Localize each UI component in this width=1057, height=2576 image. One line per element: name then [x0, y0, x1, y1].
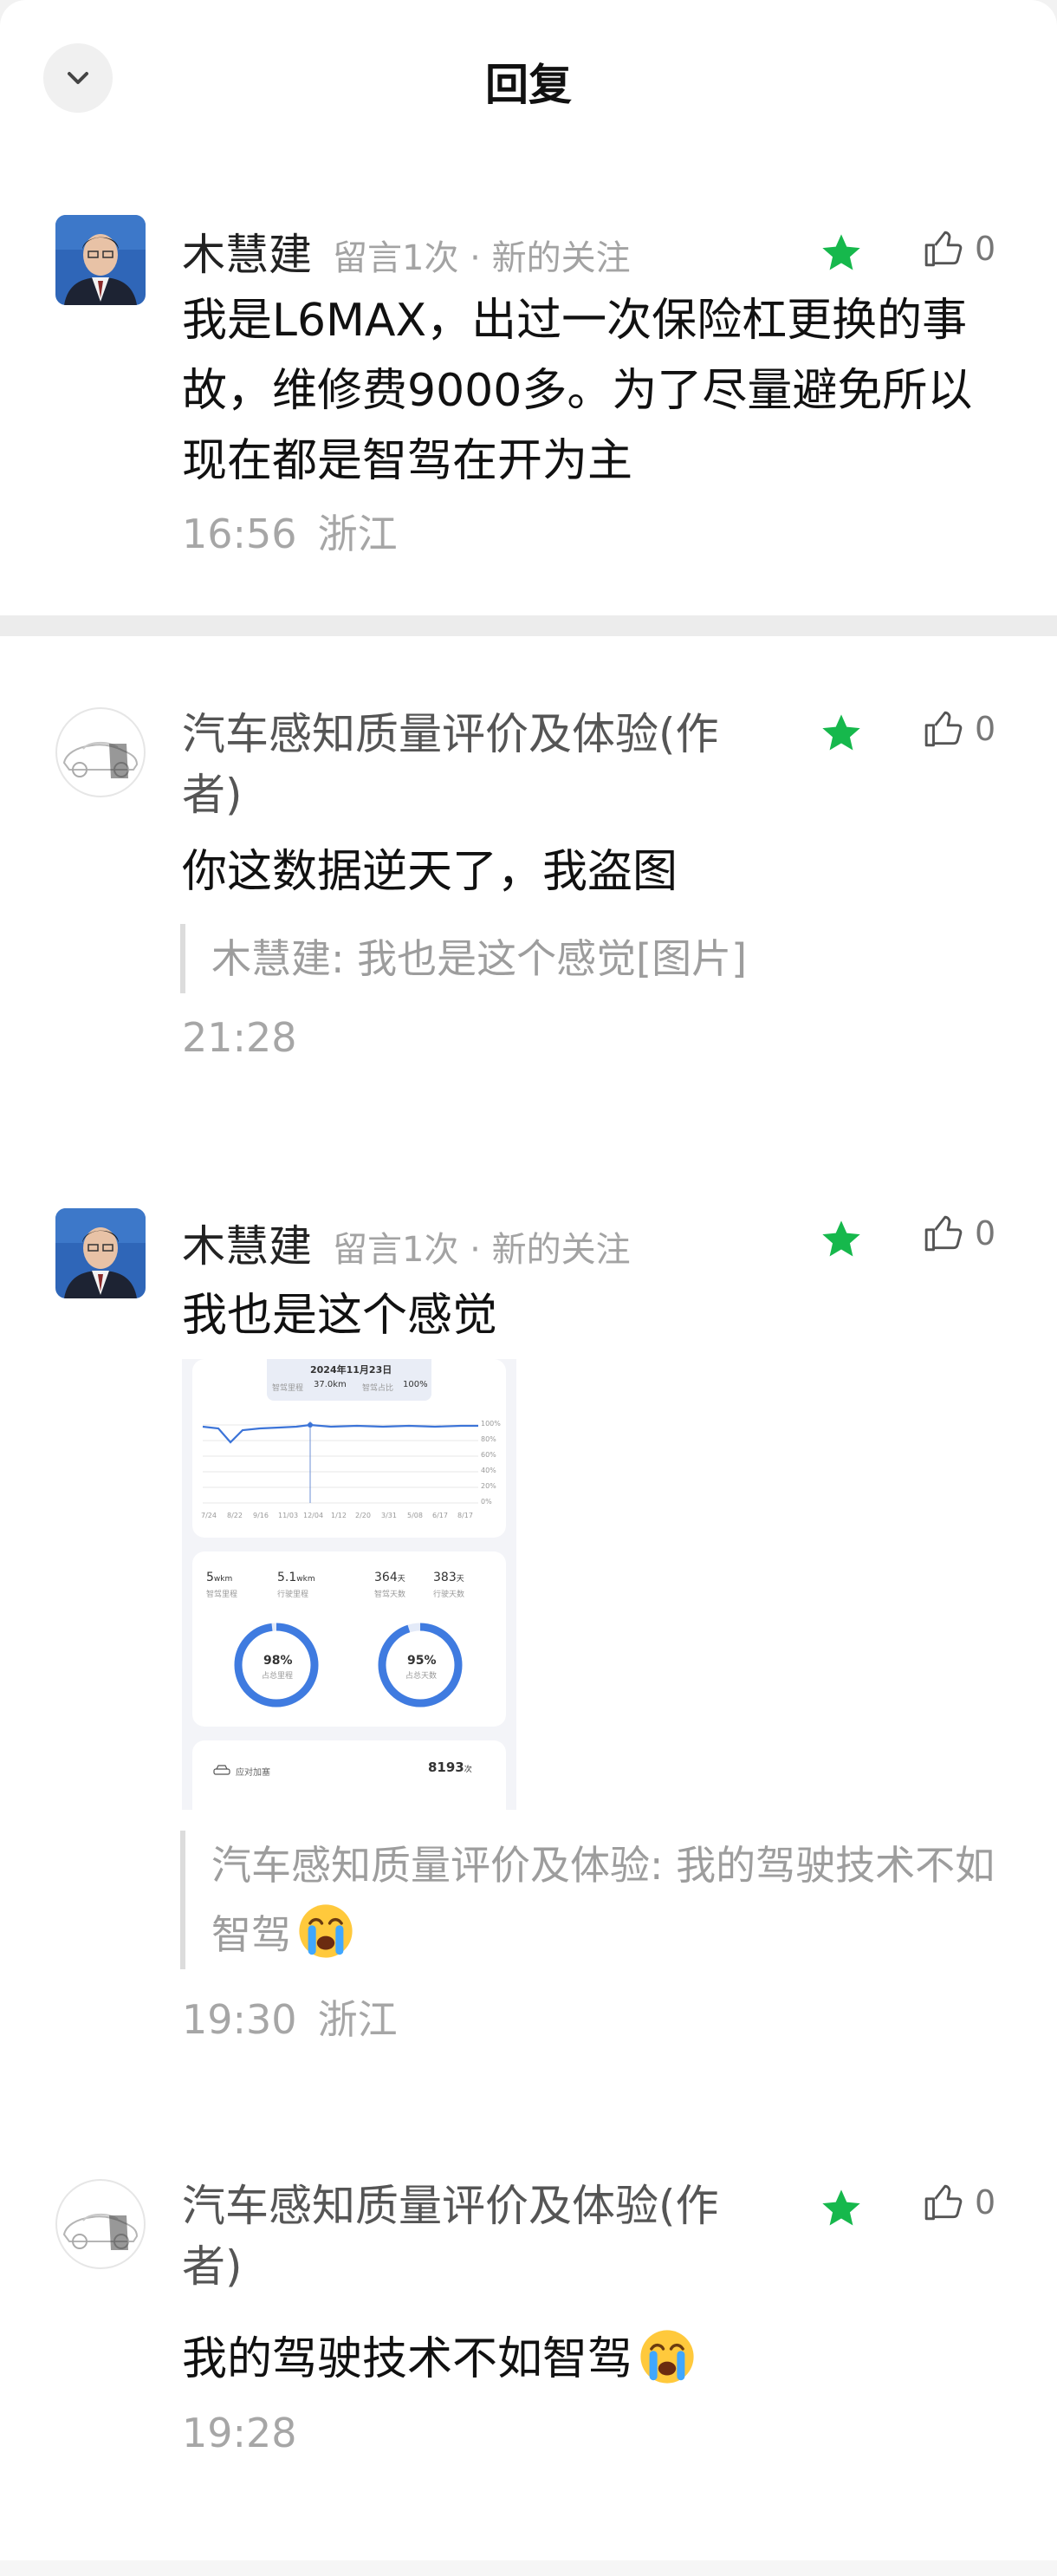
- x-tick: 2/20: [355, 1512, 371, 1519]
- comment-text: 你这数据逆天了，我盗图: [182, 846, 678, 898]
- trend-line: [202, 1423, 478, 1444]
- reply-page: 回复 木慧建 留言1次 · 新的关注 0 我是L6MAX，出过一次保险杠更换的事…: [0, 0, 1057, 2576]
- section-divider: [0, 615, 1057, 636]
- stat-label: 智驾里程: [206, 1590, 238, 1599]
- quoted-reply[interactable]: 汽车感知质量评价及体验: 我的驾驶技术不如智驾: [180, 1831, 1008, 1969]
- stat-value: 5.1wkm: [277, 1571, 315, 1584]
- comment-time: 16:56 浙江: [182, 503, 398, 560]
- ring-value: 98%: [263, 1654, 293, 1668]
- comment-text: 我也是这个感觉: [182, 1290, 498, 1342]
- x-tick: 7/24: [201, 1512, 217, 1519]
- crying-emoji-icon: [640, 2330, 694, 2384]
- quoted-reply[interactable]: 木慧建: 我也是这个感觉[图片]: [180, 924, 982, 993]
- ring-label: 占总里程: [262, 1672, 294, 1681]
- author-name[interactable]: 汽车感知质量评价及体验(作者): [182, 2176, 736, 2297]
- comment-time: 19:30 浙江: [182, 1988, 398, 2046]
- thumbs-up-icon: [924, 711, 963, 747]
- comment-time: 19:28: [182, 2410, 297, 2456]
- x-tick: 9/16: [253, 1512, 269, 1519]
- x-tick: 8/22: [227, 1512, 243, 1519]
- x-tick: 3/31: [381, 1512, 397, 1519]
- event-label: 应对加塞: [236, 1768, 270, 1778]
- avatar[interactable]: [55, 1208, 146, 1298]
- stat-value: 383天: [433, 1571, 464, 1584]
- like-button[interactable]: 0: [923, 1212, 995, 1255]
- stat-label: 智驾天数: [374, 1590, 406, 1599]
- stat-label: 行驶天数: [433, 1590, 465, 1599]
- author-avatar[interactable]: [55, 707, 146, 797]
- x-tick: 6/17: [432, 1512, 448, 1519]
- comment-header: 木慧建 留言1次 · 新的关注: [182, 1212, 631, 1274]
- car-logo-icon: [62, 742, 139, 778]
- commenter-name[interactable]: 木慧建: [182, 230, 312, 280]
- comment-time: 21:28: [182, 1014, 297, 1061]
- commenter-meta: 留言1次 · 新的关注: [333, 238, 631, 278]
- thumbs-up-icon: [924, 2184, 963, 2221]
- like-count: 0: [975, 2183, 996, 2221]
- x-tick: 8/17: [457, 1512, 473, 1519]
- car-icon: [213, 1765, 230, 1775]
- ring-value: 95%: [407, 1654, 437, 1668]
- time-label: 19:30: [182, 1996, 297, 2043]
- like-button[interactable]: 0: [923, 227, 995, 270]
- time-label: 19:28: [182, 2410, 297, 2456]
- stat-label: 行驶里程: [277, 1590, 309, 1599]
- author-name[interactable]: 汽车感知质量评价及体验(作者): [182, 704, 736, 825]
- attached-image[interactable]: 2024年11月23日 智驾里程 37.0km 智驾占比 100% 100% 8…: [182, 1359, 516, 1810]
- bottom-edge: [0, 2560, 1057, 2576]
- y-tick: 0%: [481, 1498, 492, 1506]
- thumbs-up-icon: [924, 231, 963, 267]
- commenter-name[interactable]: 木慧建: [182, 1221, 312, 1272]
- comment-text: 我是L6MAX，出过一次保险杠更换的事故，维修费9000多。为了尽量避免所以现在…: [182, 295, 973, 487]
- like-count: 0: [975, 230, 996, 268]
- car-logo-icon: [62, 2214, 139, 2250]
- profile-photo: [55, 1208, 146, 1298]
- like-count: 0: [975, 1214, 996, 1252]
- like-button[interactable]: 0: [923, 2181, 995, 2224]
- stats-card: 5wkm 智驾里程 5.1wkm 行驶里程 364天 智驾天数 383天 行驶天…: [192, 1551, 506, 1727]
- x-tick: 1/12: [331, 1512, 347, 1519]
- comment-header: 木慧建 留言1次 · 新的关注: [182, 220, 631, 283]
- star-icon[interactable]: [819, 2186, 864, 2231]
- location-label: 浙江: [317, 511, 398, 557]
- location-label: 浙江: [317, 1996, 398, 2043]
- comment-text: 我的驾驶技术不如智驾: [182, 2325, 1014, 2395]
- x-tick: 5/08: [407, 1512, 423, 1519]
- avatar[interactable]: [55, 215, 146, 305]
- stat-value: 5wkm: [206, 1571, 233, 1584]
- commenter-meta: 留言1次 · 新的关注: [333, 1230, 631, 1270]
- stat-value: 364天: [374, 1571, 405, 1584]
- y-tick: 60%: [481, 1451, 496, 1459]
- x-tick: 11/03: [278, 1512, 299, 1519]
- y-tick: 20%: [481, 1482, 496, 1490]
- header: 回复: [0, 0, 1057, 156]
- page-title: 回复: [485, 60, 572, 110]
- ring-label: 占总天数: [405, 1672, 438, 1681]
- event-value: 8193次: [428, 1760, 472, 1775]
- like-count: 0: [975, 710, 996, 748]
- star-icon[interactable]: [819, 711, 864, 756]
- y-tick: 100%: [481, 1420, 501, 1428]
- author-avatar[interactable]: [55, 2179, 146, 2269]
- profile-photo: [55, 215, 146, 305]
- thumbs-up-icon: [924, 1215, 963, 1252]
- trend-card: 2024年11月23日 智驾里程 37.0km 智驾占比 100% 100% 8…: [192, 1359, 506, 1538]
- y-tick: 80%: [481, 1435, 496, 1443]
- star-icon[interactable]: [819, 1217, 864, 1262]
- star-icon[interactable]: [819, 231, 864, 276]
- time-label: 21:28: [182, 1014, 297, 1061]
- like-button[interactable]: 0: [923, 707, 995, 751]
- x-tick: 12/04: [303, 1512, 324, 1519]
- time-label: 16:56: [182, 511, 297, 557]
- crying-emoji-icon: [299, 1904, 353, 1958]
- y-tick: 40%: [481, 1467, 496, 1474]
- events-card: 应对加塞 8193次: [192, 1740, 506, 1810]
